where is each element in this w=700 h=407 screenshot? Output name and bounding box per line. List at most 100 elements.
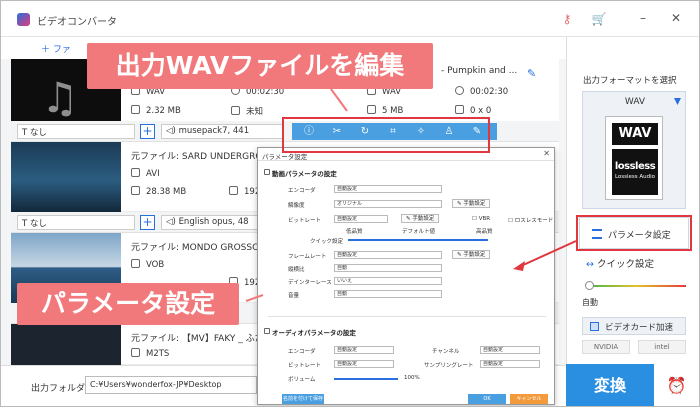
channel-select[interactable]: 自動設定 (480, 346, 540, 354)
audio-bitrate-select[interactable]: 自動設定 (334, 360, 394, 368)
edit-highlight-box (282, 117, 490, 153)
format-card: WAV lossless Lossless Audio (605, 116, 663, 200)
audio-encoder-select[interactable]: 自動設定 (334, 346, 394, 354)
format-icon (131, 348, 140, 357)
rename-pen-icon[interactable]: ✎ (527, 67, 536, 80)
size-icon (367, 105, 376, 114)
sampling-rate-label: サンプリングレート (424, 363, 474, 369)
input-resolution: 未知 (231, 105, 263, 117)
audio-volume-label: ボリューム (288, 377, 316, 383)
audio-encoder-label: エンコーダ (288, 349, 316, 355)
resolution-icon (229, 186, 238, 195)
quick-arrows-icon: ↔ (586, 259, 597, 270)
speaker-icon: ◁) (166, 126, 179, 136)
sampling-rate-select[interactable]: 自動設定 (480, 360, 540, 368)
speaker-icon: ◁) (166, 217, 179, 227)
vbr-checkbox[interactable]: ☐ VBR (472, 216, 490, 222)
format-icon (131, 168, 140, 177)
minimize-button[interactable]: – (634, 9, 652, 27)
file-thumbnail (11, 324, 121, 365)
frame-rate-manual-button[interactable]: ✎ 手動設定 (452, 250, 491, 259)
save-as-button[interactable]: 名前を付けて保存 (282, 394, 324, 404)
input-format: VOB (131, 259, 164, 270)
quality-slider[interactable] (348, 239, 488, 241)
add-file-button[interactable]: ＋ ファ (41, 42, 71, 55)
convert-button[interactable]: 変換 (566, 364, 654, 406)
size-icon (131, 186, 140, 195)
close-button[interactable]: ✕ (667, 9, 685, 27)
deinterlace-select[interactable]: いいえ (334, 277, 442, 285)
source-file-name: 元ファイル: 【MV】FAKY _ ふた (131, 334, 264, 344)
quality-slider-knob[interactable] (585, 281, 594, 290)
aspect-ratio-label: 縦横比 (288, 267, 305, 273)
deinterlace-label: デインターレース (288, 280, 332, 286)
channel-label: チャンネル (432, 349, 460, 355)
resolution-select[interactable]: オリジナル (334, 200, 442, 208)
audio-volume-slider[interactable] (334, 378, 398, 380)
divider (258, 160, 554, 161)
app-logo-icon (17, 13, 30, 26)
high-quality-label: 高品質 (476, 229, 493, 235)
divider (268, 316, 546, 317)
resolution-manual-button[interactable]: ✎ 手動設定 (452, 199, 491, 208)
resolution-icon (231, 106, 240, 115)
bitrate-manual-button[interactable]: ✎ 手動設定 (401, 214, 440, 223)
app-title: ビデオコンバータ (37, 17, 117, 28)
source-file-name: 元ファイル: MONDO GROSSO _ S (131, 243, 276, 253)
frame-rate-label: フレームレート (288, 254, 327, 260)
title-bar: ビデオコンバータ ⚷ 🛒 – ✕ (1, 1, 699, 37)
format-icon (131, 259, 140, 268)
cancel-button[interactable]: キャンセル (510, 394, 548, 404)
clock-icon (455, 86, 464, 95)
quick-setting-label: クイック設定 (310, 239, 344, 245)
size-icon (131, 105, 140, 114)
plus-icon: ＋ (41, 45, 53, 55)
add-subtitle-button[interactable]: + (140, 124, 155, 139)
audio-section-title: オーディオパラメータの設定 (272, 329, 356, 337)
video-encoder-select[interactable]: 自動設定 (334, 185, 442, 193)
parameter-dialog: パラメータ設定 ✕ 動画パラメータの設定 エンコーダ 自動設定 解像度 オリジナ… (257, 147, 555, 405)
video-bitrate-select[interactable]: 自動設定 (334, 215, 388, 223)
quality-slider-track[interactable] (586, 285, 686, 287)
output-title: - Pumpkin and ... (441, 66, 518, 76)
nvidia-badge: NVIDIA (582, 340, 630, 354)
audio-track-dropdown[interactable]: ◁) musepack7, 441 (161, 124, 283, 139)
add-file-label: ファ (52, 45, 71, 55)
aspect-ratio-select[interactable]: 自動 (334, 264, 442, 272)
text-icon: T (22, 128, 30, 138)
format-panel-title: 出力フォーマットを選択 (583, 76, 677, 86)
video-bitrate-label: ビットレート (288, 218, 322, 224)
output-folder-input[interactable]: C:¥Users¥wonderfox-JP¥Desktop (85, 376, 257, 394)
key-icon[interactable]: ⚷ (559, 11, 575, 27)
volume-label: 音量 (288, 293, 300, 299)
video-settings-icon (264, 169, 270, 175)
intel-badge: intel (638, 340, 686, 354)
alarm-clock-icon[interactable]: ⏰ (654, 364, 699, 406)
audio-settings-icon (264, 328, 270, 334)
text-icon: T (22, 219, 30, 229)
audio-bitrate-label: ビットレート (288, 363, 322, 369)
chip-icon (590, 322, 599, 331)
gpu-acceleration-button[interactable]: ビデオカード加速 (582, 317, 686, 335)
selected-format: WAV (624, 97, 646, 107)
frame-rate-select[interactable]: 自動設定 (334, 251, 442, 259)
add-subtitle-button[interactable]: + (140, 215, 155, 230)
file-thumbnail (11, 142, 121, 212)
resolution-label: 解像度 (288, 203, 305, 209)
ok-button[interactable]: OK (468, 394, 506, 404)
input-format: AVI (131, 168, 160, 179)
output-duration: 00:02:30 (455, 86, 508, 97)
quick-settings-label: ↔ クイック設定 (586, 259, 654, 270)
dialog-close-icon[interactable]: ✕ (543, 149, 550, 158)
format-selector[interactable]: WAV WAV lossless Lossless Audio (582, 91, 686, 209)
audio-volume-value: 100% (404, 375, 420, 381)
param-highlight-box (576, 215, 692, 251)
output-size: 5 MB (367, 105, 403, 116)
subtitle-dropdown[interactable]: T なし (17, 124, 135, 139)
volume-select[interactable]: 自動 (334, 290, 442, 298)
lossless-logo: lossless Lossless Audio (612, 149, 658, 195)
lossless-mode-checkbox[interactable]: ☐ ロスレスモード (508, 216, 553, 224)
subtitle-dropdown[interactable]: T なし (17, 215, 135, 230)
app-window: ビデオコンバータ ⚷ 🛒 – ✕ ＋ ファ ♫ - Pumpkin and ..… (0, 0, 700, 407)
cart-icon[interactable]: 🛒 (591, 11, 607, 27)
